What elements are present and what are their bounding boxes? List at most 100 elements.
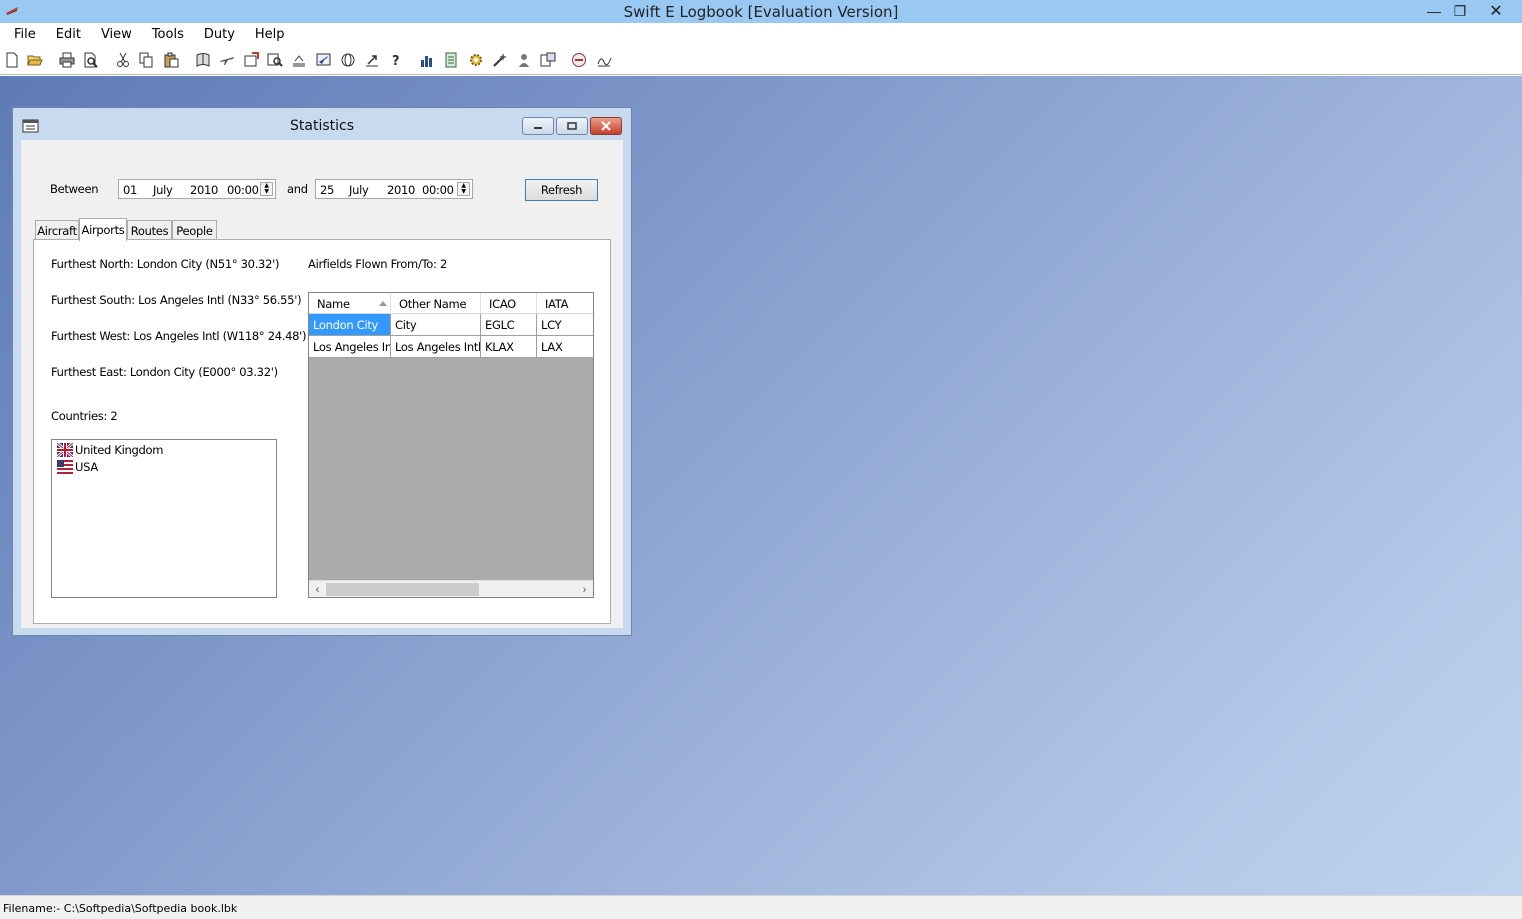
- list-item[interactable]: USA: [57, 459, 98, 475]
- settings-icon[interactable]: [468, 52, 484, 68]
- countries-count-label: Countries: 2: [51, 409, 118, 423]
- countries-list[interactable]: United Kingdom USA: [51, 439, 277, 598]
- furthest-west-label: Furthest West: Los Angeles Intl (W118° 2…: [51, 329, 307, 343]
- paste-icon[interactable]: [163, 52, 179, 68]
- table-row[interactable]: London City City EGLC LCY: [309, 314, 593, 336]
- tab-aircraft[interactable]: Aircraft: [35, 220, 79, 240]
- from-month[interactable]: July: [153, 183, 173, 197]
- signature-icon[interactable]: [596, 52, 612, 68]
- airfields-count-label: Airfields Flown From/To: 2: [308, 257, 447, 271]
- status-filename: Filename:- C:\Softpedia\Softpedia book.l…: [3, 902, 238, 915]
- close-icon: [601, 121, 611, 131]
- from-date-spinner[interactable]: ▲ ▼: [260, 182, 273, 196]
- menu-bar: File Edit View Tools Duty Help: [0, 23, 1522, 45]
- totals-icon[interactable]: [540, 52, 556, 68]
- sort-ascending-icon: [379, 301, 387, 306]
- menu-view[interactable]: View: [93, 27, 140, 42]
- country-name: United Kingdom: [75, 443, 164, 457]
- plane-icon[interactable]: [316, 52, 332, 68]
- statistics-close-button[interactable]: [590, 117, 622, 135]
- to-year[interactable]: 2010: [387, 183, 415, 197]
- from-year[interactable]: 2010: [190, 183, 218, 197]
- cell-other-name[interactable]: City: [391, 314, 481, 335]
- from-time[interactable]: 00:00: [227, 183, 259, 197]
- statistics-titlebar[interactable]: Statistics: [13, 108, 631, 140]
- menu-duty[interactable]: Duty: [196, 27, 243, 42]
- search-icon[interactable]: [267, 52, 283, 68]
- print-preview-icon[interactable]: [83, 52, 99, 68]
- grid-header: Name Other Name ICAO IATA: [309, 293, 593, 314]
- cell-iata[interactable]: LCY: [537, 314, 593, 335]
- column-header-icao[interactable]: ICAO: [481, 293, 537, 314]
- statistics-minimize-button[interactable]: [522, 117, 554, 135]
- new-icon[interactable]: [4, 52, 20, 68]
- statistics-window: Statistics Between 01 July 2010 00:00 ▲ ▼…: [12, 107, 632, 636]
- report-icon[interactable]: [443, 52, 459, 68]
- app-titlebar: Swift E Logbook [Evaluation Version] — ❐…: [0, 0, 1522, 23]
- tab-routes[interactable]: Routes: [127, 220, 172, 240]
- restore-button[interactable]: ❐: [1444, 0, 1476, 22]
- airfields-grid[interactable]: Name Other Name ICAO IATA London City Ci…: [308, 292, 594, 598]
- print-icon[interactable]: [59, 52, 75, 68]
- scroll-left-icon[interactable]: ‹: [309, 581, 326, 597]
- toolbar: ?: [0, 45, 1522, 75]
- cell-name[interactable]: Los Angeles Intl: [309, 336, 391, 357]
- scroll-thumb[interactable]: [326, 583, 479, 596]
- chart-icon[interactable]: [419, 52, 435, 68]
- column-header-other-name[interactable]: Other Name: [391, 293, 481, 314]
- to-date-spinner[interactable]: ▲ ▼: [457, 182, 470, 196]
- refresh-button[interactable]: Refresh: [525, 179, 598, 201]
- to-date-picker[interactable]: 25 July 2010 00:00 ▲ ▼: [315, 179, 473, 199]
- cell-icao[interactable]: KLAX: [481, 336, 537, 357]
- open-icon[interactable]: [27, 52, 43, 68]
- cut-icon[interactable]: [115, 52, 131, 68]
- status-bar: Filename:- C:\Softpedia\Softpedia book.l…: [0, 895, 1522, 919]
- list-item[interactable]: United Kingdom: [57, 442, 163, 458]
- menu-tools[interactable]: Tools: [144, 27, 192, 42]
- minimize-icon: [534, 127, 542, 129]
- between-label: Between: [50, 182, 99, 196]
- to-month[interactable]: July: [349, 183, 369, 197]
- add-entry-icon[interactable]: [243, 52, 259, 68]
- maximize-icon: [567, 122, 577, 130]
- svg-text:?: ?: [392, 54, 400, 68]
- globe-icon[interactable]: [340, 52, 356, 68]
- table-row[interactable]: Los Angeles Intl Los Angeles Intl KLAX L…: [309, 336, 593, 358]
- cell-iata[interactable]: LAX: [537, 336, 593, 357]
- duty-icon[interactable]: [571, 52, 587, 68]
- user-icon[interactable]: [516, 52, 532, 68]
- close-button[interactable]: ✕: [1480, 0, 1512, 22]
- country-name: USA: [75, 460, 98, 474]
- column-header-iata[interactable]: IATA: [537, 293, 593, 314]
- furthest-north-label: Furthest North: London City (N51° 30.32'…: [51, 257, 280, 271]
- statistics-maximize-button[interactable]: [556, 117, 588, 135]
- uk-flag-icon: [57, 443, 73, 457]
- align-icon[interactable]: [291, 52, 307, 68]
- tab-airports[interactable]: Airports: [79, 218, 127, 241]
- tab-people[interactable]: People: [172, 220, 217, 240]
- scroll-right-icon[interactable]: ›: [576, 581, 593, 597]
- menu-file[interactable]: File: [6, 27, 44, 42]
- to-day[interactable]: 25: [320, 183, 334, 197]
- and-label: and: [287, 182, 308, 196]
- logbook-icon[interactable]: [195, 52, 211, 68]
- from-date-picker[interactable]: 01 July 2010 00:00 ▲ ▼: [118, 179, 276, 199]
- horizontal-scrollbar[interactable]: ‹ ›: [309, 580, 593, 597]
- aircraft-icon[interactable]: [219, 52, 235, 68]
- copy-icon[interactable]: [138, 52, 154, 68]
- menu-edit[interactable]: Edit: [48, 27, 89, 42]
- statistics-client: Between 01 July 2010 00:00 ▲ ▼ and 25 Jul…: [21, 140, 623, 628]
- menu-help[interactable]: Help: [247, 27, 293, 42]
- cell-icao[interactable]: EGLC: [481, 314, 537, 335]
- furthest-south-label: Furthest South: Los Angeles Intl (N33° 5…: [51, 293, 302, 307]
- from-day[interactable]: 01: [123, 183, 137, 197]
- app-title: Swift E Logbook [Evaluation Version]: [623, 3, 899, 21]
- export-icon[interactable]: [364, 52, 380, 68]
- column-header-name[interactable]: Name: [309, 293, 391, 314]
- wizard-icon[interactable]: [492, 52, 508, 68]
- airports-tab-panel: Furthest North: London City (N51° 30.32'…: [33, 239, 611, 624]
- cell-name[interactable]: London City: [309, 314, 391, 335]
- help-icon[interactable]: ?: [388, 52, 404, 68]
- to-time[interactable]: 00:00: [422, 183, 454, 197]
- cell-other-name[interactable]: Los Angeles Intl: [391, 336, 481, 357]
